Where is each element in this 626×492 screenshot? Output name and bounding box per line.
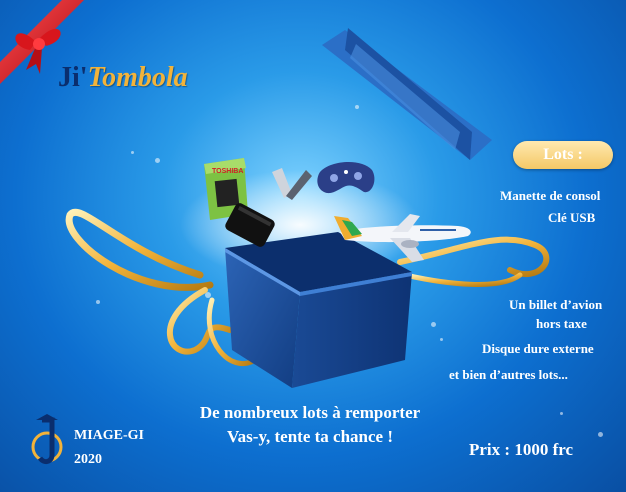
prize-item-hard-drive: Disque dure externe xyxy=(482,341,594,356)
lots-badge: Lots : xyxy=(513,141,613,169)
tagline-line-2: Vas-y, tente ta chance ! xyxy=(226,427,394,446)
tagline-line-1: De nombreux lots à remporter xyxy=(199,403,421,422)
box-lid xyxy=(322,28,492,160)
prize-item-usb: Clé USB xyxy=(548,210,596,225)
miage-logo xyxy=(31,414,63,465)
prize-item-controller: Manette de consol xyxy=(500,188,601,203)
package-brand-text: TOSHIBA xyxy=(212,168,243,175)
ticket-price: Prix : 1000 frc xyxy=(469,440,574,459)
gold-ribbon-right xyxy=(397,236,550,287)
raffle-poster: TOSHIBA Ji'Tombola Lots: Manette de con… xyxy=(0,0,626,492)
brand-title: Ji'Tombola xyxy=(58,62,188,94)
organizer-year: 2020 xyxy=(74,452,102,467)
prize-item-more: et bien d’autres lots... xyxy=(449,367,568,382)
prize-item-flight: Un billet d’avion xyxy=(509,297,603,312)
organizer-name: MIAGE-GI xyxy=(74,428,144,443)
brand-name: Tombola xyxy=(87,62,188,93)
prize-item-flight-note: hors taxe xyxy=(536,316,587,331)
brand-prefix: Ji' xyxy=(58,62,88,93)
